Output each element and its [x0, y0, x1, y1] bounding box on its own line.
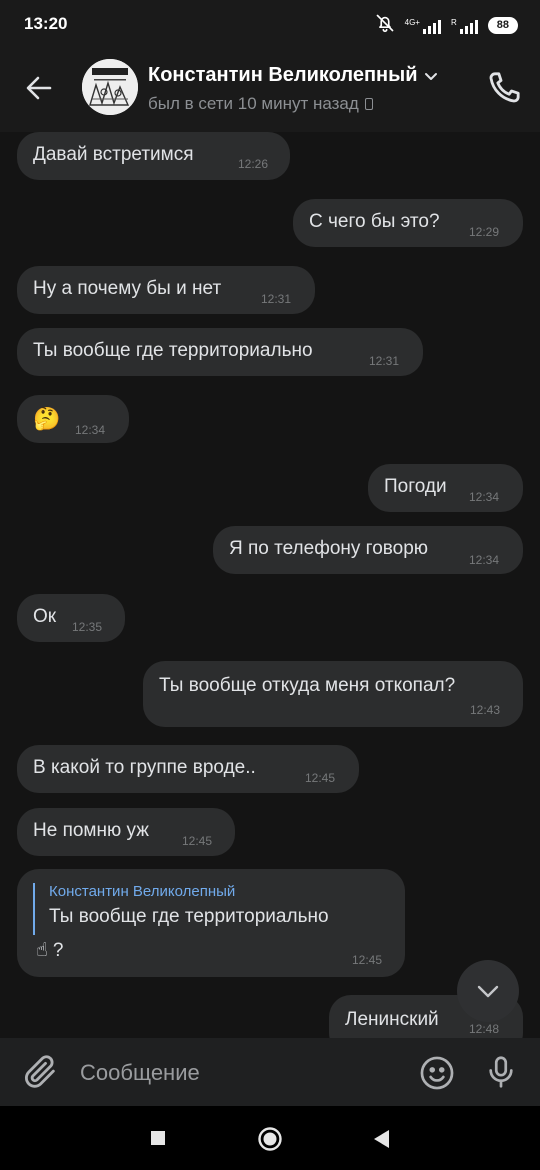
message-incoming-reply[interactable]: Константин Великолепный Ты вообще где те… — [17, 869, 405, 977]
message-time: 12:34 — [469, 490, 500, 504]
message-time: 12:48 — [469, 1022, 500, 1036]
contact-name[interactable]: Константин Великолепный — [148, 64, 439, 87]
chevron-down-icon — [425, 72, 438, 80]
triangle-back-icon — [374, 1130, 389, 1148]
message-incoming[interactable]: В какой то группе вроде.. 12:45 — [17, 745, 359, 793]
message-outgoing[interactable]: Погоди 12:34 — [368, 464, 523, 512]
message-incoming[interactable]: Не помню уж 12:45 — [17, 808, 235, 856]
square-icon — [151, 1131, 165, 1145]
message-text: Ты вообще где территориально — [33, 340, 313, 361]
last-seen-status: был в сети 10 минут назад — [148, 94, 373, 114]
message-input[interactable] — [80, 1058, 400, 1088]
message-text: Погоди — [384, 476, 447, 497]
call-button[interactable] — [484, 68, 524, 108]
reply-text: Ты вообще где территориально — [49, 906, 329, 927]
message-outgoing[interactable]: Ты вообще откуда меня откопал? 12:43 — [143, 661, 523, 727]
message-text: Ленинский — [345, 1009, 439, 1030]
message-time: 12:45 — [182, 834, 213, 848]
paperclip-icon — [24, 1055, 55, 1088]
reply-quote[interactable]: Константин Великолепный Ты вообще где те… — [33, 883, 329, 935]
microphone-icon — [489, 1056, 513, 1088]
signal-icon: R — [451, 18, 478, 34]
message-time: 12:26 — [238, 157, 269, 171]
message-text: Не помню уж — [33, 820, 149, 841]
message-text: ☝ ? — [36, 940, 64, 961]
contact-name-text: Константин Великолепный — [148, 64, 418, 86]
message-composer — [0, 1038, 540, 1106]
message-time: 12:29 — [469, 225, 500, 239]
scroll-down-button[interactable] — [457, 960, 519, 1022]
message-text: С чего бы это? — [309, 211, 440, 232]
roaming-label: R — [450, 17, 457, 27]
last-seen-text: был в сети 10 минут назад — [148, 94, 359, 113]
message-time: 12:45 — [352, 953, 383, 967]
attach-button[interactable] — [20, 1052, 60, 1092]
mobile-device-icon — [364, 98, 373, 110]
back-system-button[interactable] — [372, 1129, 390, 1154]
status-time: 13:20 — [24, 14, 68, 33]
message-text: Ты вообще откуда меня откопал? — [159, 675, 456, 696]
phone-call-icon — [489, 72, 520, 103]
message-time: 12:43 — [470, 703, 501, 717]
message-time: 12:45 — [305, 771, 336, 785]
back-arrow-icon — [26, 76, 52, 100]
message-list[interactable]: Давай встретимся 12:26 С чего бы это? 12… — [0, 132, 540, 1038]
message-text: Ну а почему бы и нет — [33, 278, 222, 299]
home-button[interactable] — [257, 1126, 283, 1157]
message-time: 12:31 — [261, 292, 292, 306]
back-button[interactable] — [20, 68, 60, 108]
message-text: Давай встретимся — [33, 144, 194, 165]
chat-header: Константин Великолепный был в сети 10 ми… — [0, 48, 540, 132]
message-emoji: 🤔 — [33, 406, 61, 431]
message-text: Я по телефону говорю — [229, 538, 429, 559]
emoji-button[interactable] — [418, 1054, 456, 1092]
message-incoming[interactable]: Ок 12:35 — [17, 594, 125, 642]
message-incoming[interactable]: 🤔 12:34 — [17, 395, 129, 443]
message-time: 12:34 — [469, 553, 500, 567]
emoji-icon — [420, 1056, 454, 1090]
message-outgoing[interactable]: Я по телефону говорю 12:34 — [213, 526, 523, 574]
message-text: Ок — [33, 606, 57, 627]
message-outgoing[interactable]: С чего бы это? 12:29 — [293, 199, 523, 247]
message-time: 12:34 — [75, 423, 106, 437]
status-bar: 13:20 4G+ R 88 — [0, 0, 540, 48]
contact-avatar[interactable] — [82, 59, 138, 115]
battery-icon: 88 — [487, 17, 518, 34]
recents-button[interactable] — [150, 1130, 166, 1151]
bell-off-icon — [375, 13, 395, 38]
status-icons: 4G+ R 88 — [375, 13, 518, 38]
reply-author: Константин Великолепный — [49, 883, 236, 900]
network-type-label: 4G+ — [404, 17, 420, 27]
message-text: В какой то группе вроде.. — [33, 757, 256, 778]
voice-message-button[interactable] — [482, 1052, 520, 1092]
circle-icon — [258, 1127, 282, 1151]
chevron-down-icon — [477, 985, 499, 998]
signal-icon: 4G+ — [405, 18, 441, 34]
message-time: 12:31 — [369, 354, 400, 368]
message-incoming[interactable]: Ты вообще где территориально 12:31 — [17, 328, 423, 376]
system-navigation-bar — [0, 1106, 540, 1170]
message-time: 12:35 — [72, 620, 103, 634]
message-incoming[interactable]: Ну а почему бы и нет 12:31 — [17, 266, 315, 314]
message-incoming[interactable]: Давай встретимся 12:26 — [17, 132, 290, 180]
